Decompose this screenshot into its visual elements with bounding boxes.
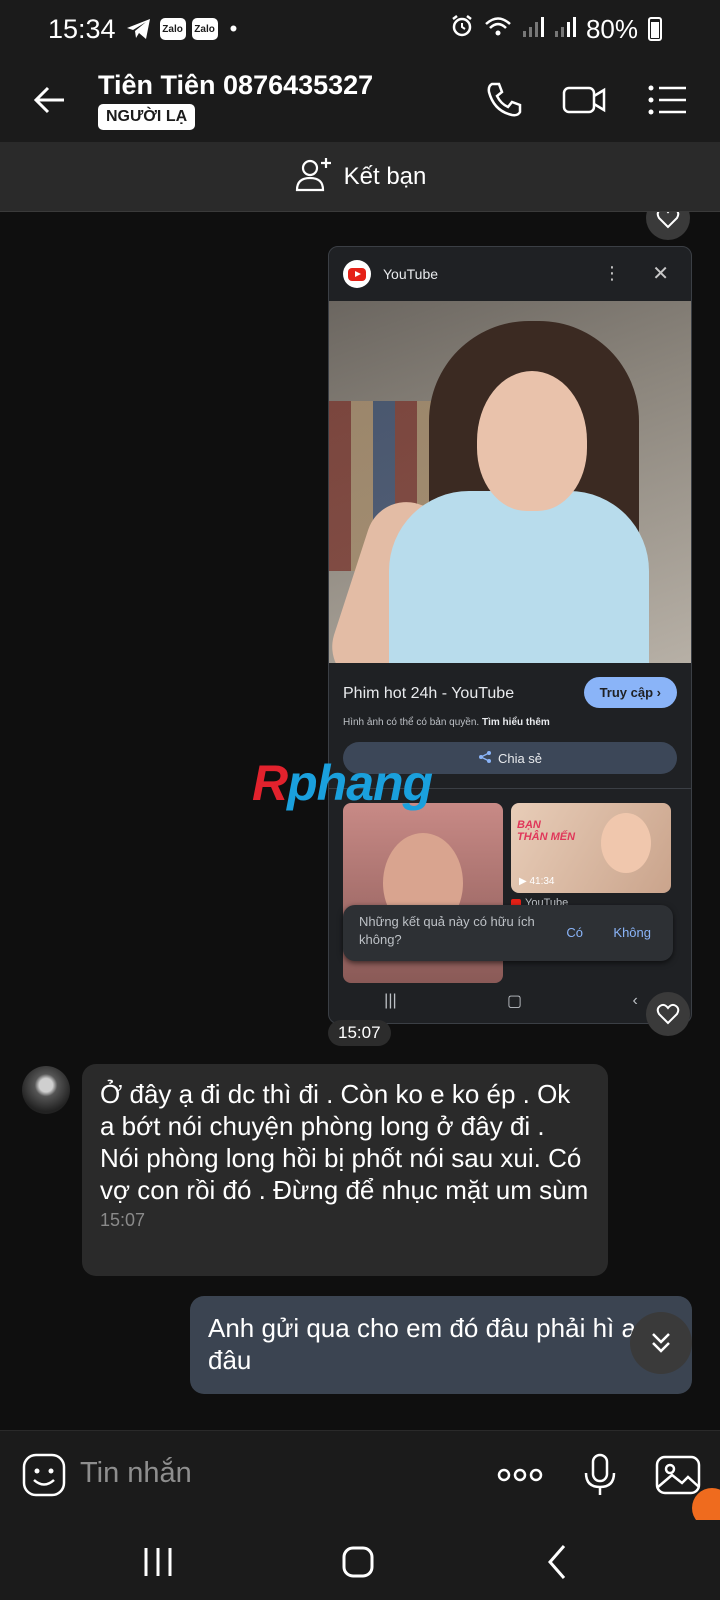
zalo-notification-icon: Zalo bbox=[159, 18, 186, 40]
related-thumbnail: BẠN THÂN MẾN ▶ 41:34 bbox=[511, 803, 671, 893]
outgoing-message-text: Anh gửi qua cho em đó đâu phải hì anh đâ… bbox=[208, 1313, 665, 1375]
chat-area[interactable]: YouTube ⋮ ✕ Phim hot 24h - YouTube Truy … bbox=[0, 212, 720, 1430]
screenshot-copyright-note: Hình ảnh có thể có bản quyền. Tìm hiểu t… bbox=[343, 717, 550, 728]
heart-reaction-icon[interactable] bbox=[646, 212, 690, 240]
screenshot-info: Phim hot 24h - YouTube Truy cập › Hình ả… bbox=[329, 663, 691, 728]
signal-icon bbox=[522, 14, 544, 45]
watermark-logo: Rphang bbox=[252, 755, 433, 811]
scroll-down-button[interactable] bbox=[630, 1312, 692, 1374]
time-separator: 15:07 bbox=[328, 1020, 391, 1046]
telegram-icon bbox=[126, 18, 152, 40]
chat-header: Tiên Tiên 0876435327 NGƯỜI LẠ bbox=[0, 58, 720, 142]
alarm-icon bbox=[450, 14, 474, 45]
add-person-icon bbox=[294, 154, 334, 199]
shared-screenshot-image[interactable]: YouTube ⋮ ✕ Phim hot 24h - YouTube Truy … bbox=[328, 246, 692, 1024]
message-input-bar: Tin nhắn bbox=[0, 1430, 720, 1520]
close-icon: ✕ bbox=[652, 263, 669, 285]
status-bar: 15:34 Zalo Zalo • 80% bbox=[0, 0, 720, 58]
zalo-notification-icon: Zalo bbox=[191, 18, 218, 40]
more-vert-icon: ⋮ bbox=[603, 263, 621, 283]
image-gallery-icon[interactable] bbox=[654, 1451, 702, 1499]
incoming-message-text: Ở đây ạ đi dc thì đi . Còn ko e ko ép . … bbox=[100, 1079, 589, 1205]
screenshot-app-name: YouTube bbox=[383, 266, 439, 282]
system-nav-bar bbox=[0, 1520, 720, 1600]
screenshot-nav-bar: ||| ▢ ‹ bbox=[329, 979, 691, 1023]
stranger-badge: NGƯỜI LẠ bbox=[98, 104, 196, 130]
phone-call-icon[interactable] bbox=[482, 78, 526, 122]
back-arrow-icon[interactable] bbox=[30, 80, 70, 120]
screenshot-feedback-card: Những kết quả này có hữu ích không? Có K… bbox=[343, 905, 673, 961]
wifi-icon bbox=[484, 14, 512, 45]
incoming-message-bubble[interactable]: Ở đây ạ đi dc thì đi . Còn ko e ko ép . … bbox=[82, 1064, 608, 1276]
outgoing-message-bubble[interactable]: Anh gửi qua cho em đó đâu phải hì anh đâ… bbox=[190, 1296, 692, 1394]
avatar[interactable] bbox=[22, 1066, 70, 1114]
video-call-icon[interactable] bbox=[562, 78, 606, 122]
home-icon[interactable] bbox=[336, 1540, 380, 1584]
menu-list-icon[interactable] bbox=[646, 78, 690, 122]
status-time: 15:34 bbox=[48, 13, 116, 44]
more-notifications-dot-icon: • bbox=[229, 16, 238, 41]
youtube-logo-icon bbox=[343, 260, 371, 288]
chevron-double-down-icon bbox=[652, 1333, 670, 1353]
battery-icon bbox=[648, 17, 662, 41]
home-icon: ▢ bbox=[507, 993, 523, 1010]
signal-icon bbox=[554, 14, 576, 45]
back-icon[interactable] bbox=[536, 1540, 580, 1584]
message-input[interactable]: Tin nhắn bbox=[80, 1457, 192, 1490]
sticker-smiley-icon[interactable] bbox=[20, 1451, 68, 1499]
message-timestamp: 15:07 bbox=[100, 1210, 146, 1230]
more-options-icon[interactable] bbox=[496, 1451, 544, 1499]
recent-apps-icon[interactable] bbox=[136, 1540, 180, 1584]
feedback-yes: Có bbox=[566, 925, 583, 940]
add-friend-label: Kết bạn bbox=[343, 162, 427, 190]
girl-photo bbox=[329, 301, 691, 663]
screenshot-related-results: BẠN THÂN MẾN ▶ 41:34 YouTube Những kết qu… bbox=[329, 788, 691, 988]
contact-name[interactable]: Tiên Tiên 0876435327 bbox=[98, 70, 373, 101]
battery-percent: 80% bbox=[585, 13, 638, 44]
back-icon: ‹ bbox=[632, 992, 638, 1009]
screenshot-share-label: Chia sẻ bbox=[497, 750, 543, 766]
add-friend-button[interactable]: Kết bạn bbox=[0, 142, 720, 212]
heart-reaction-icon[interactable] bbox=[646, 992, 690, 1036]
feedback-question: Những kết quả này có hữu ích không? bbox=[359, 914, 535, 947]
share-icon bbox=[478, 750, 492, 767]
recents-icon: ||| bbox=[384, 992, 397, 1009]
microphone-icon[interactable] bbox=[576, 1451, 624, 1499]
screenshot-visit-button: Truy cập › bbox=[583, 677, 677, 708]
feedback-no: Không bbox=[613, 925, 651, 940]
screenshot-app-bar: YouTube ⋮ ✕ bbox=[329, 247, 691, 301]
